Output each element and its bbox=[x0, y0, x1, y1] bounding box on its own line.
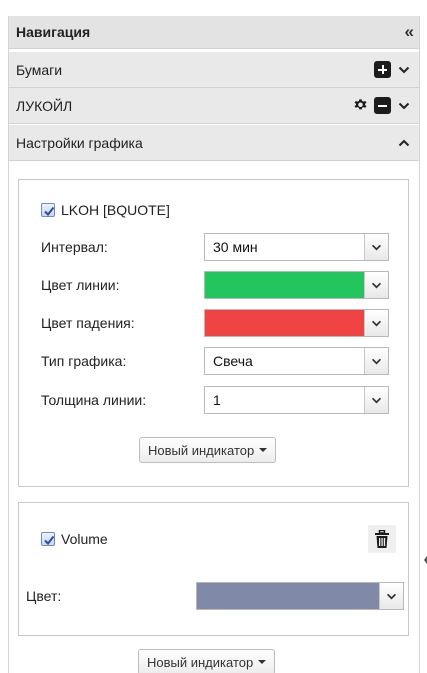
navigation-title: Навигация bbox=[16, 24, 91, 40]
fall-color-swatch bbox=[205, 310, 364, 336]
navigation-header: Навигация « bbox=[9, 16, 419, 49]
volume-label: Volume bbox=[61, 531, 108, 547]
line-width-value: 1 bbox=[213, 392, 221, 408]
chevron-down-icon[interactable] bbox=[397, 99, 411, 113]
interval-select[interactable]: 30 мин bbox=[204, 233, 389, 261]
chevron-up-icon[interactable] bbox=[397, 136, 411, 150]
line-width-label: Толщина линии: bbox=[41, 392, 147, 408]
instrument-title: ЛУКОЙЛ bbox=[16, 97, 73, 114]
fall-color-select[interactable] bbox=[204, 309, 389, 337]
line-color-select[interactable] bbox=[204, 271, 389, 299]
chart-type-value: Свеча bbox=[213, 353, 253, 369]
volume-color-select[interactable] bbox=[196, 582, 404, 610]
chevron-down-icon[interactable] bbox=[364, 272, 388, 298]
chevron-down-icon[interactable] bbox=[364, 234, 388, 260]
line-width-select[interactable]: 1 bbox=[204, 386, 389, 414]
chart-settings-header[interactable]: Настройки графика bbox=[9, 125, 419, 161]
line-color-label: Цвет линии: bbox=[41, 277, 120, 293]
checkbox-checked-icon[interactable] bbox=[41, 532, 55, 546]
add-icon[interactable] bbox=[374, 61, 391, 78]
chart-settings-title: Настройки графика bbox=[16, 134, 143, 151]
main-series-checkbox[interactable]: LKOH [BQUOTE] bbox=[41, 202, 170, 218]
main-series-label: LKOH [BQUOTE] bbox=[61, 202, 170, 218]
volume-color-label: Цвет: bbox=[26, 588, 62, 604]
double-chevron-left-icon[interactable]: « bbox=[405, 22, 415, 42]
navigation-panel: Навигация « Бумаги ЛУКОЙЛ Настройки граф… bbox=[8, 16, 420, 673]
main-series-group: LKOH [BQUOTE] Интервал: 30 мин Цвет лини… bbox=[18, 179, 409, 487]
chevron-down-icon[interactable] bbox=[364, 310, 388, 336]
volume-checkbox[interactable]: Volume bbox=[41, 531, 108, 547]
volume-color-swatch bbox=[197, 583, 379, 609]
interval-value: 30 мин bbox=[213, 239, 258, 255]
fall-color-label: Цвет падения: bbox=[41, 315, 135, 331]
new-indicator-button[interactable]: Новый индикатор bbox=[139, 437, 277, 463]
new-indicator-label: Новый индикатор bbox=[148, 442, 255, 458]
footer-new-indicator-label: Новый индикатор bbox=[147, 654, 254, 670]
volume-group: Volume Цвет: bbox=[18, 502, 409, 636]
caret-down-icon bbox=[258, 660, 267, 664]
gear-icon[interactable] bbox=[353, 98, 368, 113]
chevron-down-icon[interactable] bbox=[364, 387, 388, 413]
papers-title: Бумаги bbox=[16, 61, 63, 78]
footer-new-indicator-button[interactable]: Новый индикатор bbox=[138, 649, 276, 673]
chevron-down-icon[interactable] bbox=[364, 348, 388, 374]
caret-down-icon bbox=[259, 448, 268, 452]
remove-icon[interactable] bbox=[374, 97, 391, 114]
interval-label: Интервал: bbox=[41, 239, 108, 255]
chevron-down-icon[interactable] bbox=[379, 583, 403, 609]
checkbox-checked-icon[interactable] bbox=[41, 203, 55, 217]
chart-type-label: Тип графика: bbox=[41, 353, 127, 369]
chart-type-select[interactable]: Свеча bbox=[204, 347, 389, 375]
papers-section-header[interactable]: Бумаги bbox=[9, 52, 419, 88]
trash-icon[interactable] bbox=[368, 525, 396, 553]
chevron-down-icon[interactable] bbox=[397, 63, 411, 77]
instrument-section-header[interactable]: ЛУКОЙЛ bbox=[9, 88, 419, 124]
line-color-swatch bbox=[205, 272, 364, 298]
